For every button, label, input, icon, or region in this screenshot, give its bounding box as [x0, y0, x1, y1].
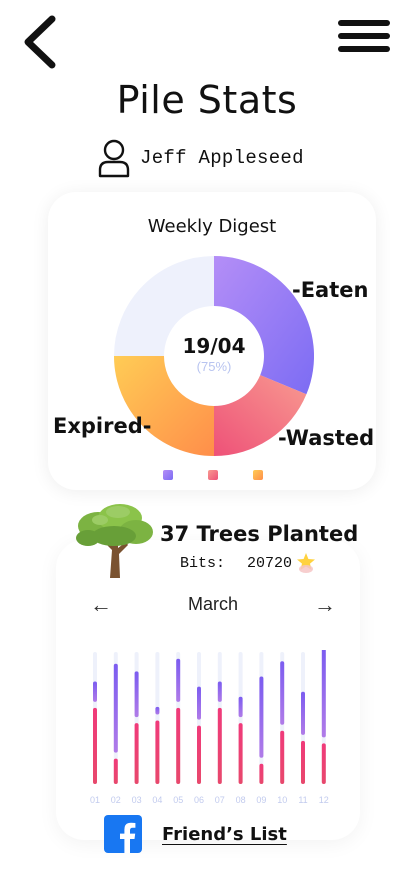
bar-top-segment — [259, 676, 264, 758]
bits-row: Bits: 20720 — [180, 552, 316, 574]
bits-value: 20720 — [247, 554, 293, 572]
page-title: Pile Stats — [116, 78, 298, 122]
x-tick-label: 02 — [111, 795, 121, 805]
x-tick-label: 10 — [277, 795, 287, 805]
bar-bottom-segment — [217, 707, 222, 784]
month-navigator: ← March → — [90, 592, 336, 620]
user-info: Jeff Appleseed — [96, 136, 304, 180]
x-tick-label: 09 — [256, 795, 266, 805]
legend-wasted-swatch — [208, 470, 218, 480]
x-tick-label: 04 — [152, 795, 162, 805]
bar-top-segment — [217, 681, 222, 702]
x-tick-label: 08 — [236, 795, 246, 805]
bar-top-segment — [321, 650, 326, 738]
next-month-button[interactable]: → — [314, 592, 336, 618]
label-eaten: -Eaten — [292, 278, 369, 302]
bar-top-segment — [93, 681, 97, 702]
bar-top-segment — [197, 686, 201, 720]
back-button[interactable] — [18, 14, 62, 70]
monthly-bar-chart: 01 02 03 04 05 06 07 08 09 10 11 12 — [90, 650, 329, 805]
legend-eaten-swatch — [163, 470, 173, 480]
bar-bottom-segment — [321, 743, 326, 784]
label-wasted: -Wasted — [278, 426, 375, 450]
friends-row: Friend’s List — [104, 814, 287, 854]
x-tick-label: 07 — [215, 795, 225, 805]
donut-center-value: 19/04 — [182, 334, 246, 358]
bits-coin-icon — [297, 553, 316, 573]
bar-bottom-segment — [301, 740, 305, 784]
label-expired: Expired- — [53, 414, 152, 438]
bar-top-segment — [155, 706, 160, 715]
friends-list-link[interactable]: Friend’s List — [162, 824, 287, 845]
chevron-left-icon — [24, 15, 56, 69]
x-tick-label: 03 — [132, 795, 142, 805]
donut-center-percent: (75%) — [196, 359, 232, 374]
facebook-icon[interactable] — [104, 815, 142, 853]
menu-line — [338, 46, 390, 52]
month-label: March — [187, 594, 238, 614]
digest-title: Weekly Digest — [147, 216, 277, 237]
bar-bottom-segment — [93, 707, 97, 784]
user-name: Jeff Appleseed — [140, 147, 304, 169]
x-tick-label: 11 — [298, 795, 307, 805]
x-tick-label: 12 — [319, 795, 329, 805]
x-tick-label: 01 — [90, 795, 100, 805]
bar-bottom-segment — [113, 758, 118, 784]
bar-bottom-segment — [176, 707, 181, 784]
menu-button[interactable] — [338, 20, 390, 56]
bar-top-segment — [280, 661, 285, 725]
bar-top-segment — [113, 663, 118, 753]
bar-bottom-segment — [134, 723, 139, 784]
bar-bottom-segment — [259, 763, 264, 784]
user-icon — [98, 139, 130, 178]
bar-bottom-segment — [238, 723, 243, 784]
x-tick-label: 05 — [173, 795, 183, 805]
bar-top-segment — [134, 671, 139, 718]
bar-top-segment — [238, 696, 243, 718]
weekly-digest-card: Weekly Digest 19/04 (75%) -Eaten -Wasted… — [48, 192, 376, 490]
hamburger-menu-icon — [338, 20, 390, 26]
bar-bottom-segment — [197, 725, 201, 784]
bar-bottom-segment — [280, 730, 285, 784]
bar-top-segment — [176, 658, 181, 702]
legend-expired-swatch — [253, 470, 263, 480]
bits-label: Bits: — [180, 554, 226, 572]
tree-icon — [76, 504, 153, 578]
bar-top-segment — [301, 691, 305, 735]
bar-bottom-segment — [155, 720, 160, 784]
x-tick-label: 06 — [194, 795, 204, 805]
trees-planted-text: 37 Trees Planted — [160, 522, 359, 546]
menu-line — [338, 33, 390, 39]
